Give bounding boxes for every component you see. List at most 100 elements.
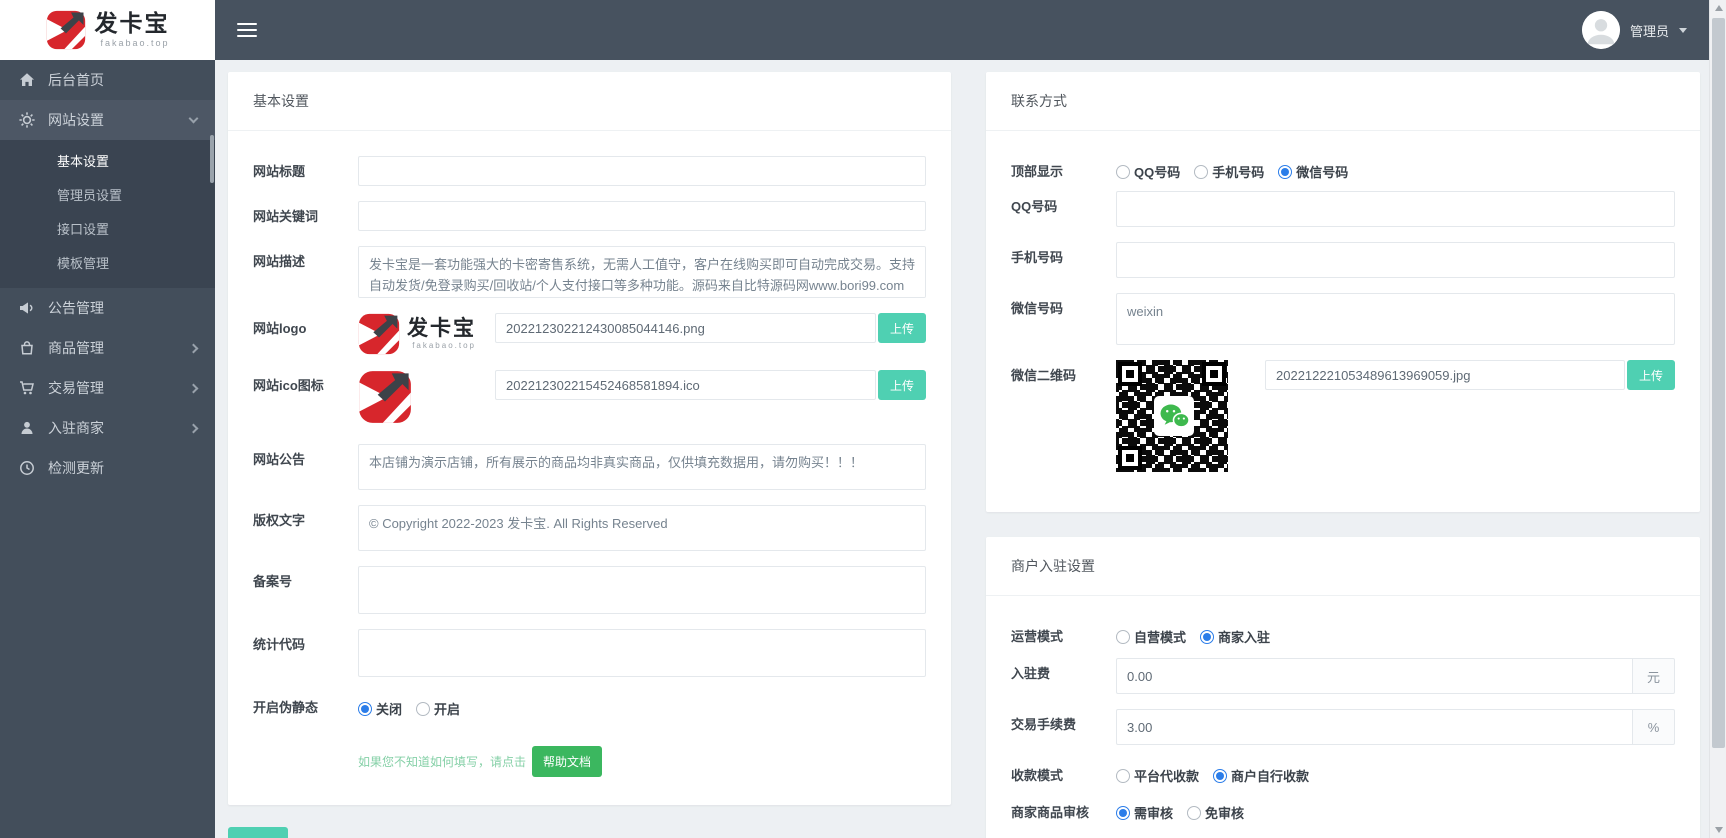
chevron-down-icon [188, 113, 199, 124]
collect-option-merchant-self[interactable]: 商户自行收款 [1213, 766, 1309, 785]
scroll-down-icon[interactable] [1710, 822, 1726, 838]
basic-settings-title: 基本设置 [228, 72, 951, 131]
qr-upload-button[interactable]: 上传 [1627, 360, 1675, 390]
sidebar-subitem-basic-settings[interactable]: 基本设置 [0, 145, 215, 179]
avatar [1581, 11, 1620, 49]
update-clock-icon [18, 460, 35, 477]
radio-selected-icon[interactable] [1116, 805, 1130, 820]
top-display-option-phone[interactable]: 手机号码 [1194, 162, 1264, 181]
user-menu[interactable]: 管理员 [1581, 11, 1687, 49]
sidebar-logo[interactable]: 发卡宝 fakabao.top [0, 0, 215, 60]
keywords-input[interactable] [358, 201, 926, 231]
radio-icon[interactable] [1187, 805, 1202, 820]
audit-option-exempt[interactable]: 免审核 [1187, 803, 1244, 822]
sidebar-item-label: 商品管理 [48, 340, 104, 356]
sidebar-subitem-admin-settings[interactable]: 管理员设置 [0, 179, 215, 213]
sidebar-item-label: 后台首页 [48, 72, 104, 88]
sidebar-subitem-template-manage[interactable]: 模板管理 [0, 247, 215, 281]
keywords-label: 网站关键词 [253, 209, 319, 224]
help-doc-button[interactable]: 帮助文档 [532, 746, 603, 777]
notice-textarea[interactable]: 本店铺为演示店铺，所有展示的商品均非真实商品，仅供填充数据用，请勿购买！！！ [358, 444, 926, 490]
commission-label: 交易手续费 [1011, 717, 1077, 732]
mode-option-self[interactable]: 自营模式 [1116, 627, 1186, 646]
person-icon [18, 420, 35, 437]
ico-upload-button[interactable]: 上传 [878, 370, 926, 400]
save-button[interactable]: 保存 [228, 827, 289, 838]
rate-unit-suffix: % [1633, 709, 1675, 745]
copyright-label: 版权文字 [253, 513, 306, 528]
audit-option-required[interactable]: 需审核 [1116, 803, 1173, 822]
wechat-qr-label: 微信二维码 [1011, 368, 1077, 383]
logo-filename-input[interactable] [495, 313, 876, 343]
icp-label: 备案号 [253, 574, 293, 589]
description-textarea[interactable]: 发卡宝是一套功能强大的卡密寄售系统，无需人工值守，客户在线购买即可自动完成交易。… [358, 246, 926, 298]
radio-selected-icon[interactable] [1200, 629, 1215, 644]
megaphone-icon [18, 300, 35, 317]
radio-selected-icon[interactable] [1278, 164, 1293, 179]
home-icon [18, 72, 35, 89]
rewrite-option-off[interactable]: 关闭 [358, 699, 402, 718]
radio-icon[interactable] [1116, 164, 1130, 179]
radio-icon[interactable] [1194, 164, 1209, 179]
sidebar-item-transactions[interactable]: 交易管理 [0, 368, 215, 408]
sidebar-scrollbar[interactable] [210, 135, 214, 183]
favicon-preview-image [359, 371, 411, 423]
icp-textarea[interactable] [358, 566, 926, 614]
ico-filename-input[interactable] [495, 370, 876, 400]
merchant-settings-title: 商户入驻设置 [986, 537, 1700, 596]
sidebar-item-announcements[interactable]: 公告管理 [0, 288, 215, 328]
brand-logo-icon [46, 10, 85, 50]
radio-icon[interactable] [1116, 629, 1130, 644]
chevron-right-icon [188, 383, 199, 393]
logo-preview-image: 发卡宝 fakabao.top [358, 313, 495, 355]
collect-mode-label: 收款模式 [1011, 768, 1064, 783]
site-title-input[interactable] [358, 156, 926, 186]
chevron-right-icon [188, 343, 199, 353]
merchant-settings-card: 商户入驻设置 运营模式 自营模式 商家入驻 入驻费 0.00 元 交易手续费 3… [986, 537, 1700, 838]
radio-icon[interactable] [1116, 768, 1130, 783]
ico-label: 网站ico图标 [253, 378, 324, 393]
sidebar-toggle-icon[interactable] [237, 19, 257, 41]
page-scrollbar[interactable] [1709, 0, 1726, 838]
sidebar-subitem-api-settings[interactable]: 接口设置 [0, 213, 215, 247]
rewrite-label: 开启伪静态 [253, 700, 319, 715]
radio-selected-icon[interactable] [358, 701, 372, 716]
cart-icon [18, 380, 35, 397]
commission-rate-input[interactable] [1116, 709, 1633, 745]
rewrite-option-on[interactable]: 开启 [416, 699, 460, 718]
sidebar-item-merchants[interactable]: 入驻商家 [0, 408, 215, 448]
mode-option-merchant[interactable]: 商家入驻 [1200, 627, 1270, 646]
copyright-textarea[interactable]: © Copyright 2022-2023 发卡宝. All Rights Re… [358, 505, 926, 551]
qq-number-input[interactable] [1116, 191, 1675, 227]
phone-label: 手机号码 [1011, 250, 1064, 265]
radio-icon[interactable] [416, 701, 431, 716]
top-display-option-qq[interactable]: QQ号码 [1116, 162, 1180, 181]
sidebar-item-site-settings[interactable]: 网站设置 [0, 100, 215, 183]
wechat-id-textarea[interactable]: weixin [1116, 293, 1675, 345]
bag-icon [18, 340, 35, 357]
top-display-label: 顶部显示 [1011, 164, 1064, 179]
sidebar-item-products[interactable]: 商品管理 [0, 328, 215, 368]
brand-name: 发卡宝 [407, 317, 476, 340]
brand-logo-icon [358, 313, 400, 355]
site-title-label: 网站标题 [253, 164, 306, 179]
scroll-up-icon[interactable] [1710, 0, 1726, 16]
collect-option-platform[interactable]: 平台代收款 [1116, 766, 1199, 785]
notice-label: 网站公告 [253, 452, 306, 467]
help-text: 如果您不知道如何填写，请点击 [358, 755, 527, 769]
description-label: 网站描述 [253, 254, 306, 269]
qr-filename-input[interactable] [1265, 360, 1625, 390]
user-label: 管理员 [1629, 23, 1669, 39]
logo-upload-button[interactable]: 上传 [878, 313, 926, 343]
radio-selected-icon[interactable] [1213, 768, 1228, 783]
top-display-option-wechat[interactable]: 微信号码 [1278, 162, 1348, 181]
audit-label: 商家商品审核 [1011, 805, 1090, 820]
sidebar-item-dashboard[interactable]: 后台首页 [0, 60, 215, 100]
sidebar-item-check-update[interactable]: 检测更新 [0, 448, 215, 488]
brand-domain: fakabao.top [100, 38, 170, 48]
sidebar-item-label: 入驻商家 [48, 420, 104, 436]
entry-fee-input[interactable] [1116, 658, 1633, 694]
scrollbar-thumb[interactable] [1712, 18, 1725, 748]
phone-number-input[interactable] [1116, 242, 1675, 278]
stats-code-textarea[interactable] [358, 629, 926, 677]
